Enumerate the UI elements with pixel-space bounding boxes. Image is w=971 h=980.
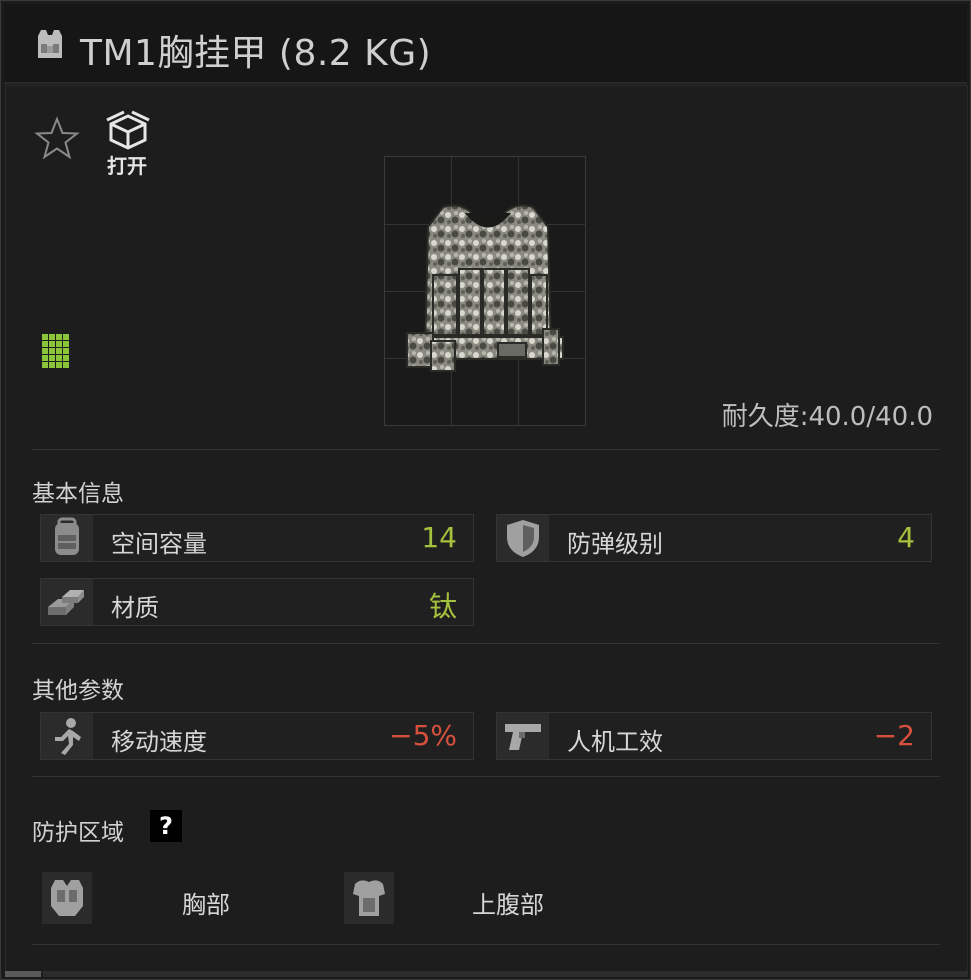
stat-movement-speed: 移动速度 −5%	[40, 712, 474, 760]
stat-value: 钛	[428, 590, 457, 623]
open-label: 打开	[107, 154, 147, 178]
divider	[32, 944, 940, 945]
stat-label: 材质	[111, 594, 159, 622]
open-box-icon	[106, 110, 150, 150]
zone-label-upper-abdomen: 上腹部	[472, 891, 544, 919]
stat-label: 空间容量	[111, 530, 207, 558]
chest-rig-image	[406, 204, 564, 372]
zone-label-chest: 胸部	[182, 891, 230, 919]
stat-label: 移动速度	[111, 728, 207, 756]
pistol-icon	[497, 713, 549, 759]
shield-icon	[497, 515, 549, 561]
item-details-panel: 打开 耐久度:40.0/40.0 基本信息 空间容量 14 防弹级别 4 材质 …	[5, 85, 968, 973]
running-figure-icon	[41, 713, 93, 759]
section-title-basic: 基本信息	[32, 481, 124, 507]
section-title-protection: 防护区域	[32, 820, 124, 846]
item-preview	[384, 156, 586, 426]
protection-help-button[interactable]: ?	[150, 810, 182, 842]
divider	[32, 776, 940, 777]
stat-value: 4	[897, 521, 915, 554]
durability-label: 耐久度:	[721, 402, 809, 432]
stat-capacity: 空间容量 14	[40, 514, 474, 562]
open-button[interactable]: 打开	[102, 110, 158, 180]
scroll-indicator[interactable]	[5, 971, 41, 977]
stat-value: −5%	[389, 719, 457, 752]
item-inspect-window: TM1胸挂甲 (8.2 KG) 打开 耐久度:40.0/40.0 基本信息 空间…	[0, 0, 971, 980]
stat-label: 人机工效	[567, 728, 663, 756]
divider	[32, 449, 940, 450]
durability-readout: 耐久度:40.0/40.0	[722, 396, 933, 433]
durability-value: 40.0/40.0	[808, 402, 933, 432]
window-title: TM1胸挂甲 (8.2 KG)	[80, 33, 432, 74]
chest-armor-icon	[42, 872, 92, 924]
title-bar[interactable]: TM1胸挂甲 (8.2 KG)	[4, 4, 967, 84]
backpack-icon	[41, 515, 93, 561]
vest-icon	[38, 30, 62, 58]
favorite-star-icon[interactable]	[34, 116, 80, 162]
container-grid-icon[interactable]	[42, 334, 70, 368]
material-ingots-icon	[41, 579, 93, 625]
stat-ergonomics: 人机工效 −2	[496, 712, 932, 760]
stat-armor-class: 防弹级别 4	[496, 514, 932, 562]
divider	[32, 643, 940, 644]
stat-value: 14	[421, 521, 457, 554]
stat-value: −2	[873, 719, 915, 752]
abdomen-armor-icon	[344, 872, 394, 924]
scroll-track[interactable]	[43, 971, 968, 977]
stat-label: 防弹级别	[567, 530, 663, 558]
section-title-other: 其他参数	[32, 678, 124, 704]
stat-material: 材质 钛	[40, 578, 474, 626]
